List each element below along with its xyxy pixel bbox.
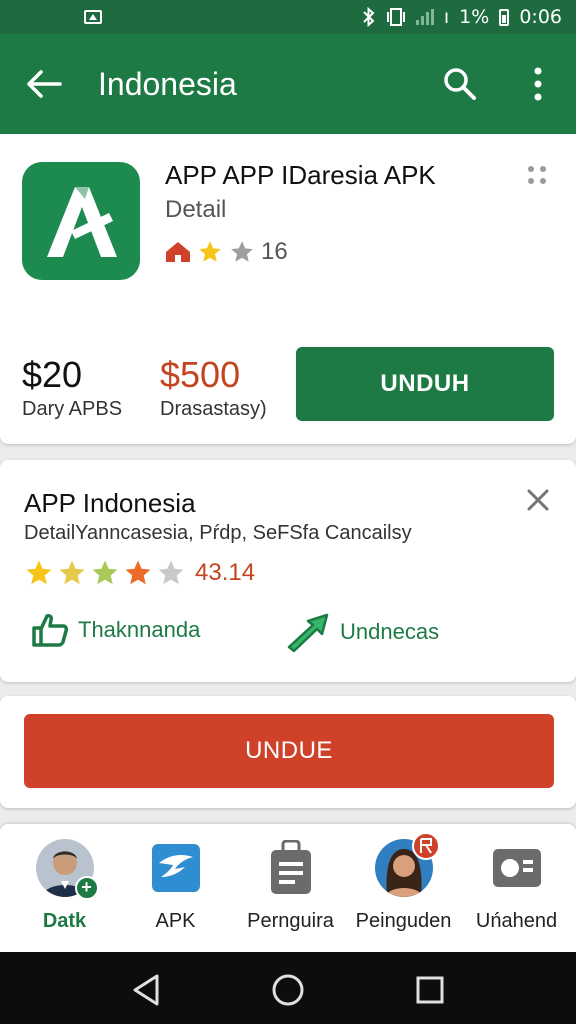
system-navigation-bar — [0, 952, 576, 1024]
detail-rating-value: 43.14 — [195, 559, 256, 586]
app-name: APP APP IDaresia APK — [165, 160, 436, 190]
more-options-button[interactable] — [518, 60, 558, 108]
nav-item-peinguden[interactable]: Peinguden — [346, 832, 461, 948]
system-home-button[interactable] — [268, 970, 308, 1010]
signal-text: ı — [443, 6, 450, 28]
triangle-back-icon — [133, 974, 159, 1006]
price-secondary: $500 — [160, 354, 241, 395]
nav-visual — [374, 832, 440, 898]
search-button[interactable] — [436, 60, 484, 108]
close-icon — [527, 489, 549, 511]
star-empty-icon — [158, 560, 184, 585]
secondary-download-button[interactable]: UNDUE — [24, 714, 554, 788]
nav-item-apk[interactable]: APK — [118, 838, 233, 948]
nav-label: APK — [155, 910, 196, 932]
share-label: Undnecas — [340, 619, 440, 644]
square-recents-icon — [416, 976, 444, 1004]
back-arrow-icon — [27, 70, 62, 98]
notification-badge-icon — [411, 832, 440, 860]
download-button[interactable]: UNDUH — [296, 347, 554, 421]
apk-store-icon — [151, 844, 200, 892]
app-rating: 16 — [165, 238, 288, 266]
star-filled-icon — [26, 560, 52, 585]
price-secondary-label: Drasastasy) — [160, 398, 267, 420]
app-subtitle: Detail — [165, 196, 227, 223]
arrow-diagonal-icon — [287, 613, 329, 652]
detail-rating: 43.14 — [24, 558, 255, 588]
star-filled-icon — [199, 241, 221, 262]
nav-visual — [261, 838, 321, 898]
price-primary: $20 — [22, 354, 83, 395]
thumbs-up-action[interactable]: Thaknnanda — [30, 612, 200, 648]
bluetooth-icon — [363, 7, 375, 27]
star-filled-icon — [59, 560, 85, 585]
id-card-icon — [492, 849, 541, 887]
rating-count: 16 — [261, 238, 288, 265]
vibrate-icon — [386, 8, 405, 26]
nav-label: Pernguira — [247, 910, 334, 932]
share-action[interactable]: Undnecas — [286, 612, 439, 652]
app-header-card: APP APP IDaresia APK Detail 16 $20 Dary … — [0, 134, 576, 444]
back-button[interactable] — [0, 34, 88, 134]
bottom-navigation: + Datk APK Pernguira Peinguden Uńahend — [0, 824, 576, 952]
app-logo-icon — [22, 162, 140, 280]
detail-title: APP Indonesia — [24, 488, 196, 518]
nav-label: Datk — [42, 910, 87, 932]
close-button[interactable] — [524, 486, 552, 514]
system-back-button[interactable] — [126, 970, 166, 1010]
nav-item-unahend[interactable]: Uńahend — [459, 838, 574, 948]
more-vert-icon — [534, 67, 542, 101]
add-badge-icon: + — [74, 876, 99, 900]
nav-visual: + — [35, 838, 99, 900]
detail-card: APP Indonesia DetailYanncasesia, Pŕdp, S… — [0, 460, 576, 682]
nav-item-datk[interactable]: + Datk — [7, 838, 122, 948]
battery-percent: 1% — [459, 6, 490, 28]
status-bar: ı 1% 0:06 — [0, 0, 576, 34]
home-category-icon — [166, 242, 190, 262]
system-recents-button[interactable] — [410, 970, 450, 1010]
app-bar: Indonesia — [0, 34, 576, 134]
image-notification-icon — [84, 10, 102, 24]
overflow-menu-button[interactable] — [526, 164, 556, 188]
nav-visual — [487, 838, 547, 898]
status-indicators: ı 1% 0:06 — [362, 6, 562, 28]
nav-item-pernguira[interactable]: Pernguira — [233, 838, 348, 948]
nav-label: Uńahend — [475, 910, 558, 932]
star-filled-icon — [92, 560, 118, 585]
clipboard-icon — [270, 840, 311, 894]
nav-visual — [146, 838, 206, 898]
signal-icon — [415, 9, 434, 25]
battery-icon — [499, 8, 510, 26]
star-filled-icon — [125, 560, 151, 585]
star-empty-icon — [231, 241, 253, 262]
page-title: Indonesia — [98, 65, 237, 102]
secondary-action-card: UNDUE — [0, 696, 576, 808]
thumbs-up-label: Thaknnanda — [78, 617, 201, 642]
circle-home-icon — [272, 974, 304, 1006]
clock: 0:06 — [519, 6, 562, 28]
search-icon — [444, 68, 476, 100]
nav-label: Peinguden — [355, 910, 452, 932]
detail-subtitle: DetailYanncasesia, Pŕdp, SeFSfa Cancails… — [24, 522, 412, 544]
price-primary-label: Dary APBS — [22, 398, 123, 420]
thumbs-up-icon — [32, 614, 69, 647]
